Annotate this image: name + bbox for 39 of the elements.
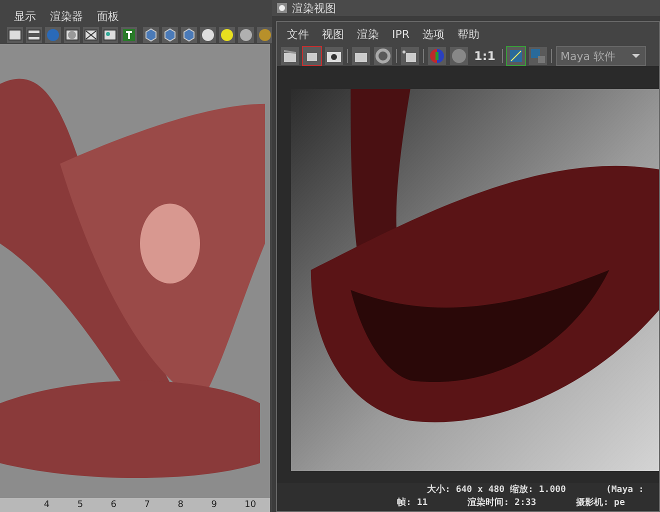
- cube-icon[interactable]: [162, 27, 178, 43]
- zoom-button[interactable]: 1:1: [472, 49, 498, 63]
- menu-item[interactable]: 显示: [14, 8, 36, 24]
- film-icon[interactable]: [26, 27, 42, 43]
- app-icon: [276, 2, 288, 14]
- menu-item[interactable]: IPR: [392, 28, 410, 40]
- timeline-tick: 4: [44, 500, 50, 510]
- status-text: (Maya :: [606, 484, 644, 494]
- cube-icon[interactable]: [143, 27, 159, 43]
- menu-item[interactable]: 渲染: [357, 26, 379, 42]
- sphere-icon[interactable]: [200, 27, 216, 43]
- window-title: 渲染视图: [292, 0, 336, 16]
- status-text: 渲染时间: 2:33: [468, 496, 536, 509]
- sphere-icon[interactable]: [238, 27, 254, 43]
- camera-icon[interactable]: [325, 47, 343, 65]
- timeline-tick: 9: [211, 500, 217, 510]
- menu-item[interactable]: 渲染器: [50, 8, 83, 24]
- sphere-icon[interactable]: [257, 27, 273, 43]
- menu-item[interactable]: 帮助: [458, 26, 480, 42]
- circle-icon[interactable]: [64, 27, 80, 43]
- status-text: 大小: 640 x 480 缩放: 1.000: [427, 483, 566, 496]
- menu-item[interactable]: 视图: [322, 26, 344, 42]
- cross-icon[interactable]: [83, 27, 99, 43]
- timeline-tick: 5: [77, 500, 84, 510]
- menu-item[interactable]: 文件: [287, 26, 309, 42]
- menu-item[interactable]: 面板: [97, 8, 119, 24]
- menu-item[interactable]: 选项: [422, 26, 445, 42]
- cube-icon[interactable]: [181, 27, 197, 43]
- timeline[interactable]: 4 5 6 7 8 9 10: [0, 498, 270, 512]
- sphere-icon[interactable]: [219, 27, 235, 43]
- timeline-tick: 8: [178, 500, 184, 510]
- timeline-tick: 7: [144, 500, 150, 510]
- text-icon[interactable]: [121, 27, 137, 43]
- image-icon[interactable]: [506, 47, 524, 65]
- status-text: 帧: 11: [397, 496, 428, 509]
- caret-icon: [630, 53, 640, 59]
- timeline-tick: 10: [244, 500, 256, 510]
- timeline-tick: 6: [110, 500, 117, 510]
- status-text: 摄影机: pe: [576, 496, 625, 509]
